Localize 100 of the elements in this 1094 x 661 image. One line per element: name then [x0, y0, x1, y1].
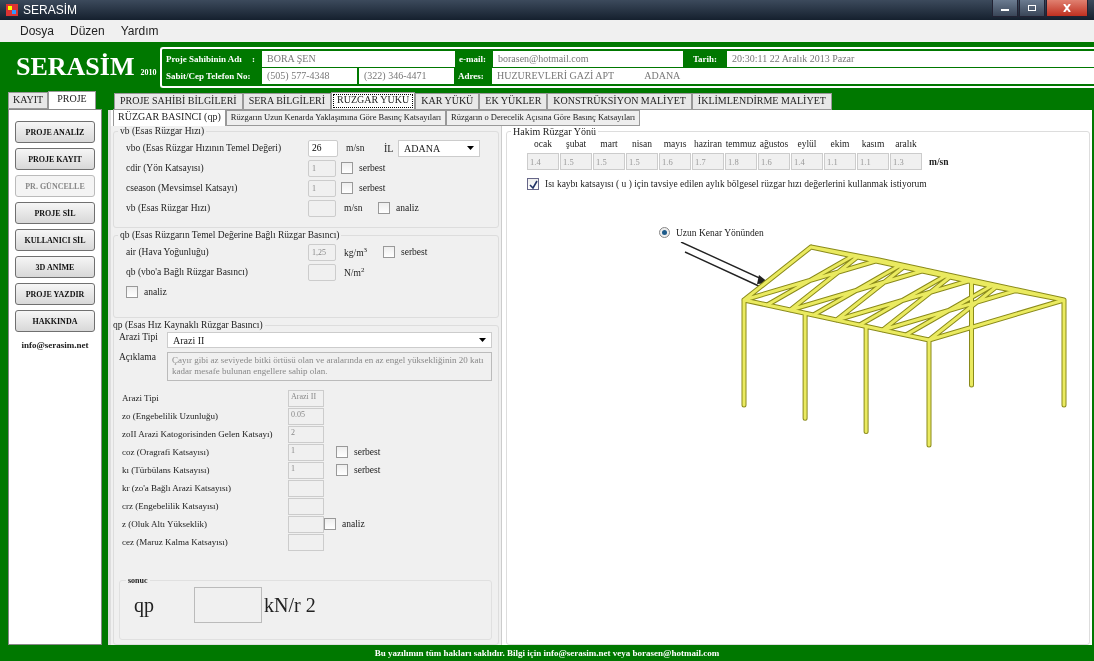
field-label: cseason (Mevsimsel Katsayı): [126, 183, 239, 193]
dropdown-value: ADANA: [404, 142, 441, 154]
city-text: ADANA: [644, 70, 681, 81]
checkbox[interactable]: [341, 162, 353, 174]
field-label: zoII Arazi Katogorisinden Gelen Katsayı): [122, 429, 274, 439]
menu-item[interactable]: Yardım: [120, 24, 159, 38]
phone-field[interactable]: (322) 346-4471: [359, 67, 454, 84]
month-label: ocak: [534, 139, 552, 149]
radio-button[interactable]: [659, 227, 670, 238]
city-dropdown[interactable]: ADANA: [398, 139, 480, 157]
checkbox[interactable]: [378, 202, 390, 214]
field-label: Sabit/Cep Telefon No:: [166, 69, 252, 83]
side-tab[interactable]: PROJE: [48, 91, 96, 109]
checkbox-label: serbest: [359, 163, 386, 173]
phone-field[interactable]: (505) 577-4348: [262, 67, 357, 84]
menu-item[interactable]: Düzen: [70, 24, 105, 38]
input-field[interactable]: [288, 497, 324, 515]
month-label: nisan: [631, 139, 653, 149]
terrain-dropdown[interactable]: Arazi II: [167, 332, 492, 348]
input-field[interactable]: 1: [288, 443, 324, 461]
sub-tab[interactable]: RÜZGAR BASINCI (qp): [113, 109, 226, 126]
checkbox[interactable]: [527, 178, 539, 190]
checkbox[interactable]: [336, 464, 348, 476]
address-text: HUZUREVLERİ GAZİ APT: [497, 70, 615, 81]
maximize-icon: [1027, 4, 1037, 12]
checkbox-label: serbest: [354, 447, 381, 457]
checkbox-label: analiz: [144, 287, 167, 297]
field-label: crz (Engebelilik Katsayısı): [122, 501, 220, 511]
month-label: ekim: [830, 139, 850, 149]
main-tab[interactable]: PROJE SAHİBİ BİLGİLERİ: [114, 93, 243, 110]
checkbox[interactable]: [324, 518, 336, 530]
date-field: 20:30:11 22 Aralık 2013 Pazar: [727, 50, 1094, 67]
month-label: ağustos: [759, 139, 789, 149]
checkbox-label: Isı kaybı katsayısı ( u ) için tavsiye edilen aylık bölgesel rüzgar hızı değerlerini kullanmak istiyorum: [545, 179, 927, 189]
input-field[interactable]: [288, 515, 324, 533]
group-title: qp (Esas Hız Kaynaklı Rüzgar Basıncı): [112, 320, 264, 330]
close-button[interactable]: [1046, 0, 1088, 17]
side-button[interactable]: PROJE ANALİZ: [15, 121, 95, 143]
side-button[interactable]: 3D ANİME: [15, 256, 95, 278]
month-label: temmuz: [725, 139, 757, 149]
input-field[interactable]: 26: [308, 139, 338, 157]
window-title: SERASİM: [23, 3, 77, 17]
side-button[interactable]: KULLANICI SİL: [15, 229, 95, 251]
input-field[interactable]: 1: [308, 159, 336, 177]
close-icon: [1062, 4, 1072, 12]
side-button[interactable]: PROJE YAZDIR: [15, 283, 95, 305]
checkbox-label: serbest: [354, 465, 381, 475]
address-field[interactable]: HUZUREVLERİ GAZİ APT ADANA: [492, 67, 1094, 84]
input-field[interactable]: 1: [308, 179, 336, 197]
checkbox-label: serbest: [401, 247, 428, 257]
field-label: Adres:: [457, 69, 485, 83]
menu-item[interactable]: Dosya: [20, 24, 54, 38]
field-label: vbo (Esas Rüzgar Hızının Temel Değeri): [126, 143, 283, 153]
input-field[interactable]: [288, 533, 324, 551]
input-field[interactable]: 1: [288, 461, 324, 479]
info-link[interactable]: info@serasim.net: [21, 340, 89, 350]
checkbox[interactable]: [383, 246, 395, 258]
side-button[interactable]: PROJE KAYIT: [15, 148, 95, 170]
radio-label: Uzun Kenar Yönünden: [676, 227, 764, 238]
month-label: eylül: [797, 139, 817, 149]
main-tab[interactable]: KAR YÜKÜ: [415, 93, 480, 110]
main-tab[interactable]: EK YÜKLER: [479, 93, 548, 110]
field-label: kı (Türbülans Katsayısı): [122, 465, 211, 475]
field-label: vb (Esas Rüzgar Hızı): [126, 203, 212, 213]
main-tab[interactable]: İKLİMLENDİRME MALİYET: [691, 93, 832, 110]
unit-text: m/sn: [929, 157, 949, 167]
app-icon: [6, 4, 18, 16]
owner-name-field[interactable]: BORA ŞEN: [262, 50, 455, 67]
logo-year: 2010: [140, 68, 157, 77]
month-label: aralık: [895, 139, 917, 149]
sub-tab[interactable]: Rüzgarın Uzun Kenarda Yaklaşımına Göre Basınç Katsayıları: [225, 110, 447, 126]
sub-tab[interactable]: Rüzgarın o Derecelik Açısına Göre Basınç Katsayıları: [446, 110, 641, 126]
input-field[interactable]: [308, 199, 336, 217]
field-label: cez (Maruz Kalma Katsayısı): [122, 537, 229, 547]
checkbox[interactable]: [126, 286, 138, 298]
input-field[interactable]: [288, 479, 324, 497]
input-field[interactable]: [308, 263, 336, 281]
main-tab[interactable]: SERA BİLGİLERİ: [242, 93, 332, 110]
side-button[interactable]: PROJE SİL: [15, 202, 95, 224]
main-tab[interactable]: KONSTRÜKSİYON MALİYET: [547, 93, 692, 110]
unit-text: m/sn: [344, 203, 364, 213]
unit-text: N/m$^{2}$: [344, 265, 366, 279]
field-label: coz (Oragrafi Katsayısı): [122, 447, 210, 457]
month-label: mayıs: [663, 139, 687, 149]
side-tab[interactable]: KAYIT: [8, 92, 49, 109]
field-label: İL: [384, 142, 395, 154]
maximize-button[interactable]: [1019, 0, 1045, 17]
side-button[interactable]: HAKKINDA: [15, 310, 95, 332]
description-field: Çayır gibi az seviyede bitki örtüsü olan ve aralarında en az engel yüksekliğinin 20 katı kadar mesafe bulunan engellere sahip olan.: [167, 352, 492, 381]
group-title: sonuc: [127, 576, 149, 585]
dropdown-arrow-icon: [467, 146, 474, 150]
field-label: cdir (Yön Katsayısı): [126, 163, 205, 173]
field-label: qb (vbo'a Bağlı Rüzgar Basıncı): [126, 267, 249, 277]
email-field[interactable]: borasen@hotmail.com: [493, 50, 683, 67]
logo-text: SERASİM: [16, 52, 135, 82]
checkbox[interactable]: [341, 182, 353, 194]
month-label: haziran: [694, 139, 722, 149]
checkbox[interactable]: [336, 446, 348, 458]
minimize-button[interactable]: [992, 0, 1018, 17]
group-title: Hakim Rüzgar Yönü: [512, 126, 597, 137]
